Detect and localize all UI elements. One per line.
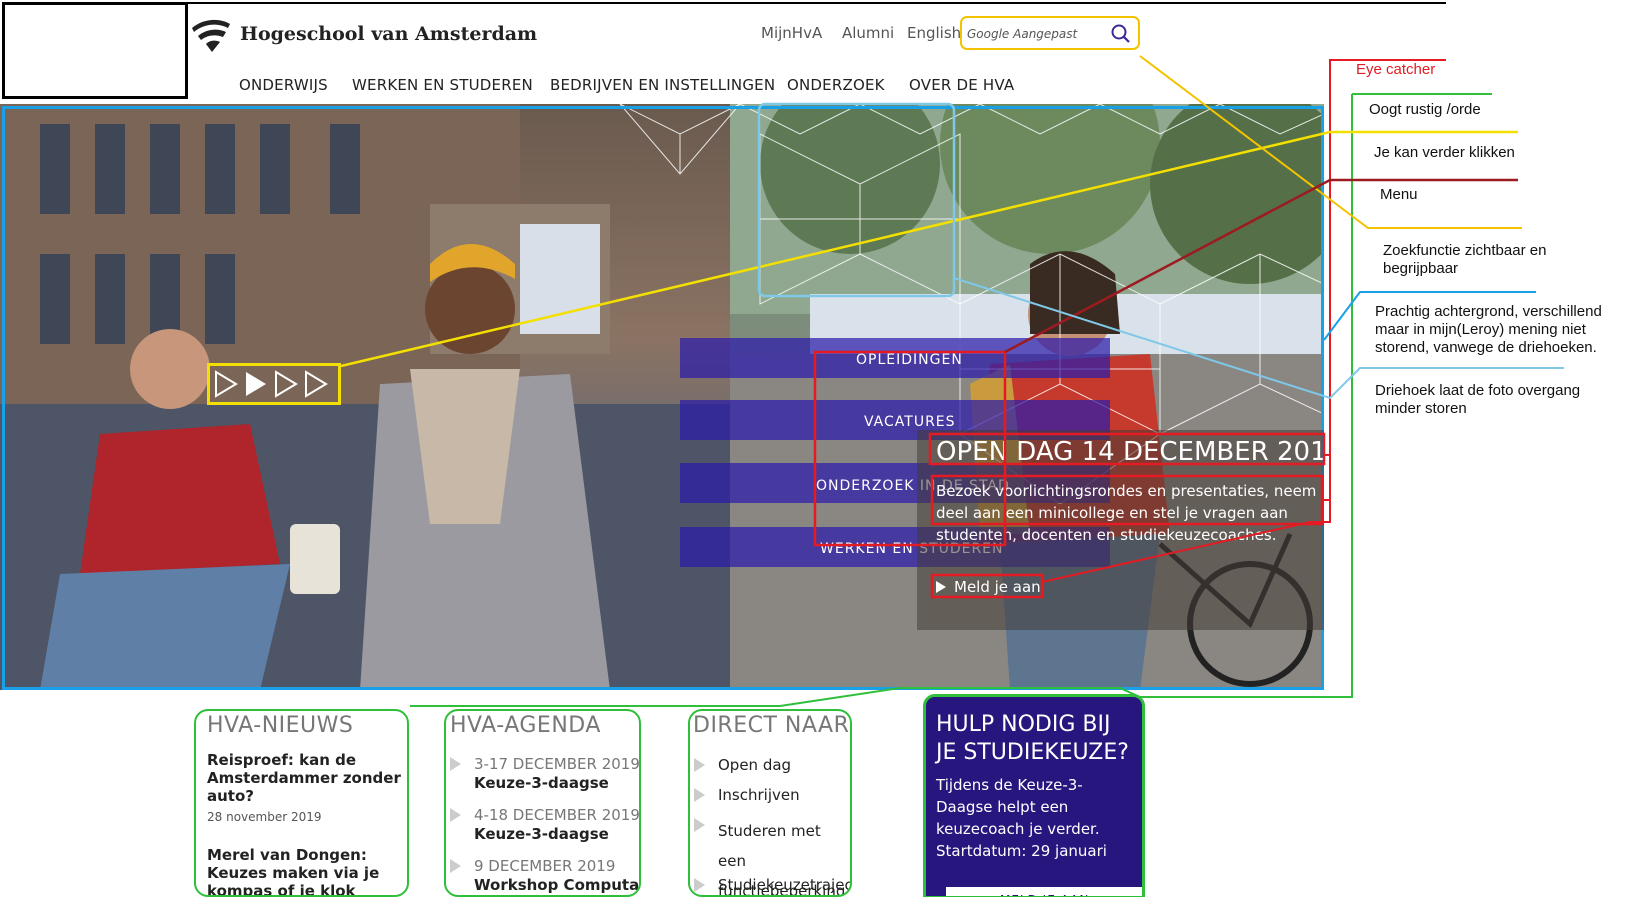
direct-link-studiekeuzetraject[interactable]: Studiekeuzetraject [718, 876, 850, 894]
triangle-bullet-icon [450, 757, 461, 771]
util-nav-alumni[interactable]: Alumni [842, 24, 894, 42]
annotation-zoekfunctie: Zoekfunctie zichtbaar en begrijpbaar [1383, 242, 1547, 277]
event-description: Bezoek voorlichtingsrondes en presentati… [936, 482, 1317, 544]
event-signup-label: Meld je aan [954, 578, 1041, 596]
nav-bedrijven-en-instellingen[interactable]: BEDRIJVEN EN INSTELLINGEN [550, 76, 775, 94]
quick-link-opleidingen[interactable]: OPLEIDINGEN [856, 352, 963, 368]
help-title: HULP NODIG BIJ JE STUDIEKEUZE? [936, 712, 1129, 765]
triangle-bullet-icon [694, 788, 705, 802]
carousel-play-icons[interactable] [210, 366, 338, 402]
hva-logo-icon [192, 19, 230, 52]
nav-over-de-hva[interactable]: OVER DE HVA [909, 76, 1014, 94]
search-box [960, 16, 1140, 50]
hva-logo-link[interactable]: Hogeschool van Amsterdam [190, 14, 537, 54]
blank-placeholder-box [2, 2, 188, 99]
direct-heading: DIRECT NAAR [693, 713, 850, 738]
carousel-controls [207, 363, 341, 405]
annotation-verder-klikken: Je kan verder klikken [1374, 144, 1515, 161]
help-box: HULP NODIG BIJ JE STUDIEKEUZE? Tijdens d… [923, 694, 1145, 897]
util-nav-english[interactable]: English [907, 24, 961, 42]
nav-onderwijs[interactable]: ONDERWIJS [239, 76, 328, 94]
triangle-bullet-icon [694, 758, 705, 772]
agenda-heading: HVA-AGENDA [450, 713, 601, 738]
help-signup-button[interactable]: MELD JE AAN [946, 887, 1142, 896]
event-title: OPEN DAG 14 DECEMBER 2019 [936, 437, 1344, 467]
annotation-rustig-orde: Oogt rustig /orde [1369, 101, 1481, 118]
annotation-menu: Menu [1380, 186, 1418, 203]
news-heading: HVA-NIEUWS [207, 713, 354, 738]
annotation-driehoek: Driehoek laat de foto overgang minder st… [1375, 382, 1581, 417]
quick-link-vacatures[interactable]: VACATURES [864, 414, 956, 430]
util-nav-mijnhva[interactable]: MijnHvA [761, 24, 822, 42]
news-column: HVA-NIEUWS Reisproef: kan de Amsterdamme… [194, 709, 409, 897]
news-item-date: 28 november 2019 [207, 810, 322, 824]
annotation-eye-catcher: Eye catcher [1356, 61, 1436, 78]
nav-werken-en-studeren[interactable]: WERKEN EN STUDEREN [352, 76, 533, 94]
nav-onderzoek[interactable]: ONDERZOEK [787, 76, 885, 94]
news-item-title[interactable]: Merel van Dongen: Keuzes maken via je ko… [207, 846, 402, 895]
top-rule [188, 2, 1446, 4]
agenda-item-title[interactable]: Keuze-3-daagse [474, 774, 609, 792]
agenda-item-date: 3-17 DECEMBER 2019 [474, 755, 640, 773]
agenda-item-date: 9 DECEMBER 2019 [474, 857, 616, 875]
agenda-item-date: 4-18 DECEMBER 2019 [474, 806, 640, 824]
event-signup-link[interactable]: Meld je aan [936, 576, 1041, 598]
news-item-title[interactable]: Reisproef: kan de Amsterdammer zonder au… [207, 751, 402, 805]
triangle-bullet-icon [450, 859, 461, 873]
triangle-bullet-icon [450, 808, 461, 822]
search-input[interactable] [967, 24, 1117, 44]
triangle-bullet-icon [694, 818, 705, 832]
play-arrow-icon [936, 581, 946, 593]
agenda-item-title[interactable]: Workshop Computational [474, 876, 639, 894]
agenda-item-title[interactable]: Keuze-3-daagse [474, 825, 609, 843]
help-text: Tijdens de Keuze-3-Daagse helpt een keuz… [936, 776, 1107, 860]
brand-name: Hogeschool van Amsterdam [240, 23, 538, 45]
search-icon [1111, 24, 1130, 43]
annotation-achtergrond: Prachtig achtergrond, verschillend maar … [1375, 303, 1602, 356]
triangle-bullet-icon [694, 878, 705, 892]
search-button[interactable] [1110, 23, 1134, 45]
agenda-column: HVA-AGENDA 3-17 DECEMBER 2019 Keuze-3-da… [444, 709, 641, 897]
direct-column: DIRECT NAAR Open dag Inschrijven Studere… [688, 709, 852, 897]
direct-link-open-dag[interactable]: Open dag [718, 756, 791, 774]
direct-link-inschrijven[interactable]: Inschrijven [718, 786, 800, 804]
